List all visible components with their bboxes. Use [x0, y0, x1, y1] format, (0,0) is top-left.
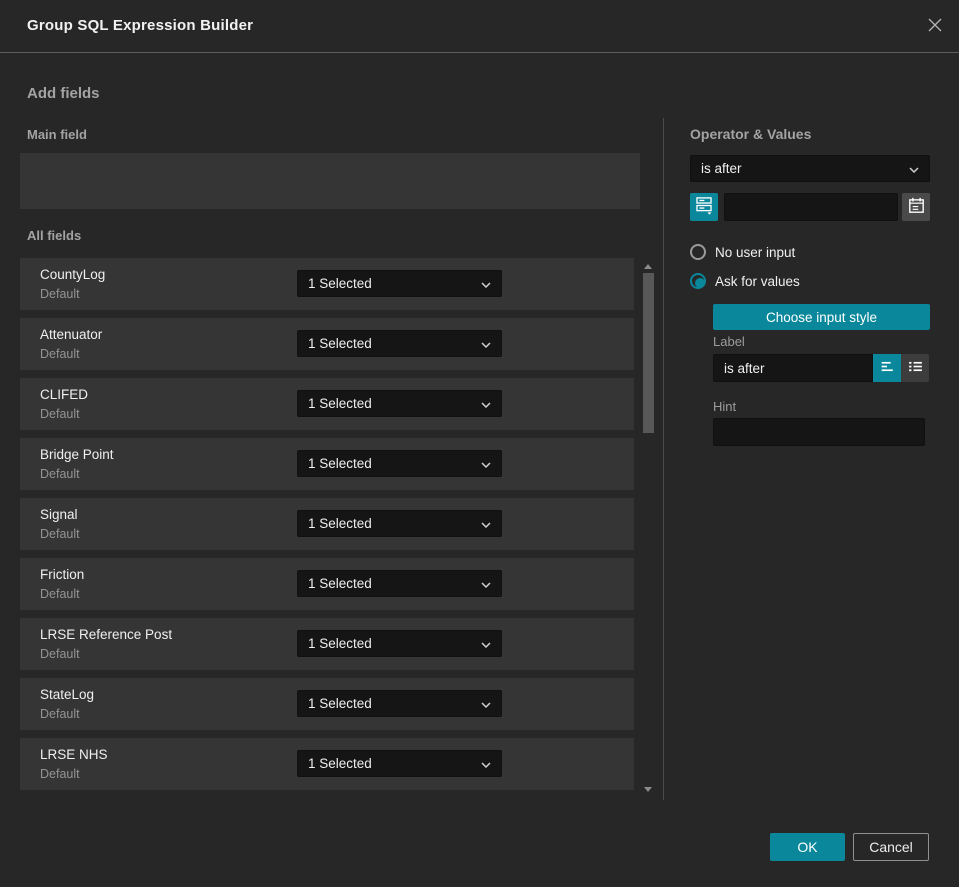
field-name: LRSE Reference Post	[40, 627, 173, 642]
scroll-thumb[interactable]	[643, 273, 654, 433]
field-name: CountyLog	[40, 267, 106, 282]
field-selected-label: 1 Selected	[308, 516, 372, 531]
value-input[interactable]	[724, 193, 898, 221]
all-fields-label: All fields	[27, 228, 82, 243]
chevron-down-icon	[481, 456, 491, 471]
field-row: Friction Default 1 Selected	[20, 558, 634, 610]
radio-selected-icon	[690, 273, 706, 289]
field-selected-label: 1 Selected	[308, 456, 372, 471]
page-title: Group SQL Expression Builder	[27, 17, 254, 34]
field-name: Attenuator	[40, 327, 103, 342]
field-name: Friction	[40, 567, 85, 582]
field-row: CLIFED Default 1 Selected	[20, 378, 634, 430]
main-field-label: Main field	[27, 127, 87, 142]
field-selected-label: 1 Selected	[308, 336, 372, 351]
field-subtitle: Default	[40, 707, 80, 721]
field-row: Bridge Point Default 1 Selected	[20, 438, 634, 490]
chevron-down-icon	[481, 636, 491, 651]
chevron-down-icon	[481, 336, 491, 351]
field-row: Signal Default 1 Selected	[20, 498, 634, 550]
field-row: StateLog Default 1 Selected	[20, 678, 634, 730]
group-sql-expression-builder-dialog: Group SQL Expression Builder Add fields …	[0, 0, 959, 887]
choose-input-style-button[interactable]: Choose input style	[713, 304, 930, 330]
label-field-label: Label	[713, 334, 745, 349]
radio-no-user-input[interactable]: No user input	[690, 244, 795, 260]
radio-no-user-input-label: No user input	[715, 244, 796, 260]
chevron-down-icon	[481, 516, 491, 531]
field-subtitle: Default	[40, 347, 80, 361]
add-fields-heading: Add fields	[27, 85, 100, 102]
field-row: LRSE NHS Default 1 Selected	[20, 738, 634, 790]
hint-input[interactable]	[713, 418, 925, 446]
field-name: Bridge Point	[40, 447, 114, 462]
field-selected-label: 1 Selected	[308, 576, 372, 591]
unique-values-button[interactable]	[690, 193, 718, 221]
chevron-down-icon	[481, 576, 491, 591]
operator-select-value: is after	[701, 161, 742, 176]
selected-count-select[interactable]: 1 Selected	[297, 750, 502, 777]
field-selected-label: 1 Selected	[308, 276, 372, 291]
selected-count-select[interactable]: 1 Selected	[297, 270, 502, 297]
field-selected-label: 1 Selected	[308, 396, 372, 411]
scroll-down-icon[interactable]	[644, 787, 652, 792]
scrollbar[interactable]	[641, 258, 656, 794]
chevron-down-icon	[481, 696, 491, 711]
selected-count-select[interactable]: 1 Selected	[297, 510, 502, 537]
align-left-style-button[interactable]	[873, 354, 901, 382]
cancel-button[interactable]: Cancel	[853, 833, 929, 861]
calendar-button[interactable]	[902, 193, 930, 221]
ok-button[interactable]: OK	[770, 833, 845, 861]
radio-ask-for-values[interactable]: Ask for values	[690, 273, 800, 289]
field-row: Attenuator Default 1 Selected	[20, 318, 634, 370]
field-subtitle: Default	[40, 527, 80, 541]
label-input[interactable]	[713, 354, 873, 382]
field-selected-label: 1 Selected	[308, 636, 372, 651]
field-name: LRSE NHS	[40, 747, 108, 762]
field-selected-label: 1 Selected	[308, 756, 372, 771]
field-subtitle: Default	[40, 287, 80, 301]
field-name: CLIFED	[40, 387, 89, 402]
operator-values-heading: Operator & Values	[690, 126, 812, 142]
hint-label: Hint	[713, 399, 737, 414]
list-icon	[907, 358, 924, 378]
chevron-down-icon	[909, 161, 919, 176]
all-fields-list: CountyLog Default 1 Selected Attenuator …	[20, 258, 634, 798]
operator-select[interactable]: is after	[690, 155, 930, 182]
title-bar: Group SQL Expression Builder	[0, 0, 959, 53]
radio-ask-for-values-label: Ask for values	[715, 273, 800, 289]
main-field-panel: CountyLog | Default To Date	[20, 153, 640, 348]
field-name: Signal	[40, 507, 78, 522]
selected-count-select[interactable]: 1 Selected	[297, 690, 502, 717]
list-style-button[interactable]	[901, 354, 929, 382]
close-icon	[926, 16, 944, 39]
field-row: LRSE Reference Post Default 1 Selected	[20, 618, 634, 670]
selected-count-select[interactable]: 1 Selected	[297, 330, 502, 357]
scroll-up-icon[interactable]	[644, 264, 652, 269]
field-selected-label: 1 Selected	[308, 696, 372, 711]
close-button[interactable]	[923, 15, 947, 39]
selected-count-select[interactable]: 1 Selected	[297, 570, 502, 597]
chevron-down-icon	[481, 396, 491, 411]
calendar-icon	[908, 197, 925, 217]
selected-count-select[interactable]: 1 Selected	[297, 450, 502, 477]
field-subtitle: Default	[40, 587, 80, 601]
field-subtitle: Default	[40, 647, 80, 661]
panel-divider	[663, 118, 664, 800]
field-row: CountyLog Default 1 Selected	[20, 258, 634, 310]
radio-icon	[690, 244, 706, 260]
field-subtitle: Default	[40, 467, 80, 481]
chevron-down-icon	[481, 756, 491, 771]
selected-count-select[interactable]: 1 Selected	[297, 630, 502, 657]
align-left-icon	[879, 358, 896, 378]
field-name: StateLog	[40, 687, 95, 702]
unique-values-icon	[695, 196, 713, 218]
selected-count-select[interactable]: 1 Selected	[297, 390, 502, 417]
field-subtitle: Default	[40, 407, 80, 421]
field-subtitle: Default	[40, 767, 80, 781]
chevron-down-icon	[481, 276, 491, 291]
